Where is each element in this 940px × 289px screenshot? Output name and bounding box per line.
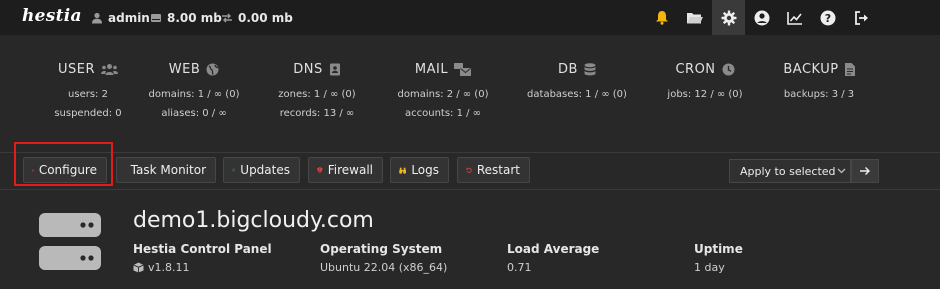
firewall-label: Firewall <box>327 163 373 177</box>
bandwidth-value: 0.00 mb <box>238 10 293 25</box>
restart-button[interactable]: Restart <box>457 157 530 183</box>
uptime-label: Uptime <box>694 242 743 256</box>
logs-label: Logs <box>411 163 439 177</box>
disk-usage-value: 8.00 mb <box>167 10 222 25</box>
database-icon <box>584 62 596 75</box>
help-button[interactable]: ? <box>811 0 844 35</box>
users-icon <box>101 63 118 75</box>
chevron-down-icon[interactable] <box>832 159 851 183</box>
uptime-value: 1 day <box>694 261 725 274</box>
divider <box>0 189 940 190</box>
top-bar: hestia admin 8.00 mb 0.00 mb ? <box>0 0 940 35</box>
arrow-right-icon <box>860 167 870 175</box>
server-icon <box>39 213 101 237</box>
os-value: Ubuntu 22.04 (x86_64) <box>320 261 448 274</box>
stat-title: DB <box>558 61 578 77</box>
exchange-arrows-icon <box>222 13 232 22</box>
stat-db[interactable]: DB databases: 1 / ∞ (0) <box>517 60 637 103</box>
chart-line-icon <box>786 11 802 25</box>
load-value: 0.71 <box>507 261 532 274</box>
configure-label: Configure <box>38 163 97 177</box>
apply-to-selected-label: Apply to selected <box>740 164 836 178</box>
clock-icon <box>722 63 735 75</box>
panel-info: Hestia Control Panel v1.8.11 <box>133 242 272 274</box>
server-hostname: demo1.bigcloudy.com <box>133 208 374 233</box>
svg-text:?: ? <box>824 12 830 25</box>
configure-button[interactable]: Configure <box>23 157 107 183</box>
stat-user[interactable]: USER users: 2 suspended: 0 <box>28 60 148 122</box>
disk-usage: 8.00 mb <box>150 0 222 35</box>
os-info: Operating System Ubuntu 22.04 (x86_64) <box>320 242 447 274</box>
stat-title: DNS <box>293 61 323 77</box>
file-icon <box>844 62 855 76</box>
firewall-button[interactable]: Firewall <box>308 157 383 183</box>
stat-line: domains: 1 / ∞ (0) <box>148 89 240 100</box>
logout-button[interactable] <box>845 0 878 35</box>
stat-web[interactable]: WEB domains: 1 / ∞ (0) aliases: 0 / ∞ <box>134 60 254 122</box>
stat-title: BACKUP <box>783 61 839 77</box>
stat-line: zones: 1 / ∞ (0) <box>278 89 356 100</box>
user-name: admin <box>108 10 150 25</box>
server-settings-button[interactable] <box>712 0 745 35</box>
user-account-button[interactable] <box>745 0 778 35</box>
stat-dns[interactable]: DNS zones: 1 / ∞ (0) records: 13 / ∞ <box>257 60 377 122</box>
file-manager-button[interactable] <box>678 0 711 35</box>
apply-go-button[interactable] <box>851 159 879 183</box>
stat-line: jobs: 12 / ∞ (0) <box>667 89 743 100</box>
uptime-info: Uptime 1 day <box>694 242 743 274</box>
sync-icon <box>232 168 236 172</box>
logout-icon <box>854 10 868 25</box>
hestia-logo[interactable]: hestia <box>22 6 82 26</box>
stat-line: backups: 3 / 3 <box>783 89 855 100</box>
address-book-icon <box>329 63 340 75</box>
user-icon <box>92 12 102 23</box>
stat-line: records: 13 / ∞ <box>279 108 355 119</box>
stat-title: USER <box>57 61 95 77</box>
gear-icon <box>32 169 34 171</box>
restart-label: Restart <box>476 163 520 177</box>
user-circle-icon <box>754 10 769 25</box>
shield-icon <box>317 167 323 173</box>
gear-icon <box>721 10 736 25</box>
stat-mail[interactable]: MAIL domains: 2 / ∞ (0) accounts: 1 / ∞ <box>383 60 503 122</box>
updates-button[interactable]: Updates <box>223 157 300 183</box>
stat-title: CRON <box>675 61 716 77</box>
globe-icon <box>206 63 219 75</box>
notifications-button[interactable] <box>645 0 678 35</box>
panel-version: v1.8.11 <box>148 261 190 274</box>
binoculars-icon <box>399 167 407 174</box>
updates-label: Updates <box>240 163 290 177</box>
logs-button[interactable]: Logs <box>390 157 449 183</box>
stat-line: suspended: 0 <box>54 108 122 119</box>
statistics-button[interactable] <box>778 0 811 35</box>
bell-icon <box>655 11 668 25</box>
question-icon: ? <box>820 10 835 25</box>
stat-line: accounts: 1 / ∞ <box>404 108 481 119</box>
bandwidth-usage: 0.00 mb <box>221 0 293 35</box>
folder-icon <box>687 12 703 23</box>
stat-backup[interactable]: BACKUP backups: 3 / 3 <box>759 60 879 103</box>
undo-icon <box>466 167 472 173</box>
server-icon <box>39 246 101 270</box>
panel-label: Hestia Control Panel <box>133 242 272 256</box>
cube-icon <box>133 262 144 273</box>
stat-line: domains: 2 / ∞ (0) <box>397 89 489 100</box>
chart-area-icon <box>125 169 126 171</box>
os-label: Operating System <box>320 242 443 256</box>
mail-bulk-icon <box>454 62 472 76</box>
stat-title: MAIL <box>414 61 449 77</box>
stat-line: databases: 1 / ∞ (0) <box>527 89 627 100</box>
hard-drive-icon <box>151 13 161 22</box>
load-label: Load Average <box>507 242 600 256</box>
stat-cron[interactable]: CRON jobs: 12 / ∞ (0) <box>645 60 765 103</box>
stat-title: WEB <box>168 61 201 77</box>
divider <box>0 152 940 153</box>
load-info: Load Average 0.71 <box>507 242 599 274</box>
stat-line: users: 2 <box>68 89 108 100</box>
stat-line: aliases: 0 / ∞ <box>161 108 227 119</box>
task-monitor-button[interactable]: Task Monitor <box>116 157 216 183</box>
task-monitor-label: Task Monitor <box>130 163 206 177</box>
current-user[interactable]: admin <box>91 0 150 35</box>
